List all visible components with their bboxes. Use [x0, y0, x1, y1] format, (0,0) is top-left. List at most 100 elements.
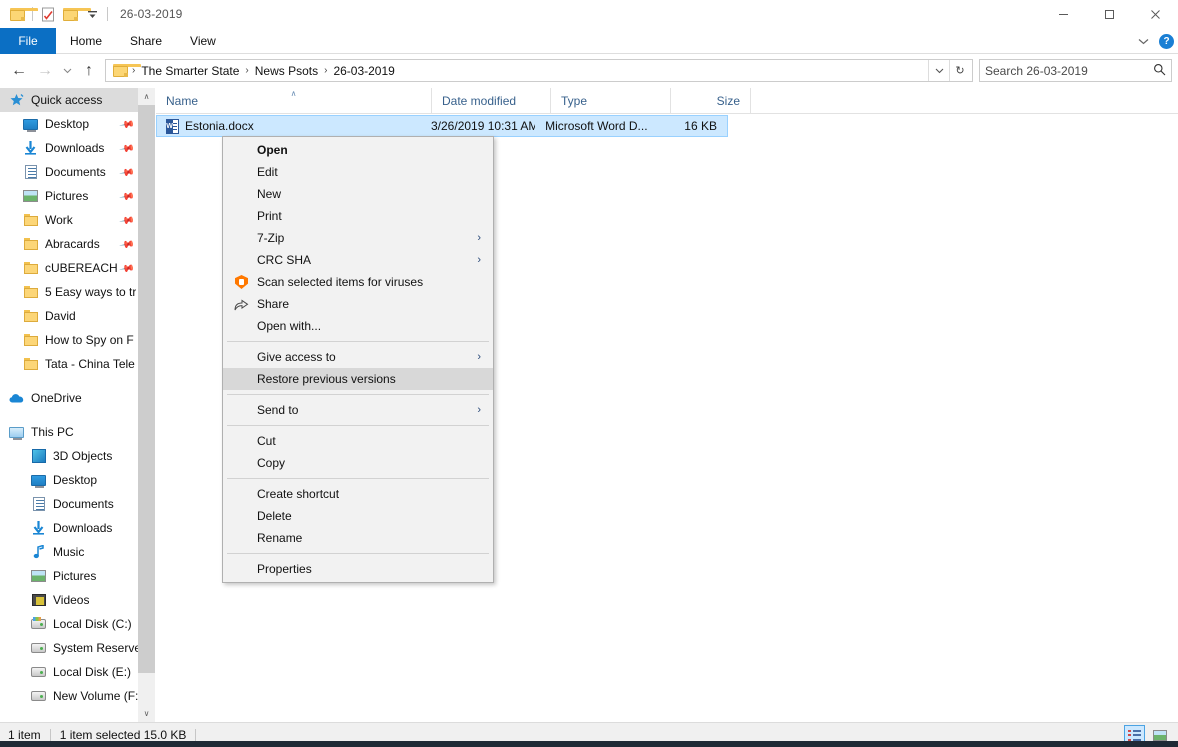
refresh-icon[interactable]: ↻ — [949, 60, 970, 81]
breadcrumb-separator-2[interactable]: › — [322, 65, 329, 76]
context-menu-item-crc-sha[interactable]: CRC SHA › — [223, 249, 493, 271]
tab-home[interactable]: Home — [56, 28, 116, 54]
sidebar-item-pictures[interactable]: Pictures 📌 — [0, 184, 138, 208]
properties-icon[interactable] — [37, 3, 59, 25]
sidebar-item-work[interactable]: Work 📌 — [0, 208, 138, 232]
context-menu-item-7zip[interactable]: 7-Zip › — [223, 227, 493, 249]
sidebar-item-system-reserved[interactable]: System Reserved — [0, 636, 138, 660]
address-dropdown-icon[interactable] — [928, 60, 949, 81]
status-separator-2 — [195, 728, 197, 742]
table-row[interactable]: Estonia.docx 3/26/2019 10:31 AM Microsof… — [156, 115, 728, 137]
context-menu-item-cut[interactable]: Cut — [223, 430, 493, 452]
download-icon — [30, 520, 47, 536]
help-icon[interactable]: ? — [1159, 33, 1174, 49]
selection-info-label: 1 item selected 15.0 KB — [59, 728, 187, 742]
sidebar-item-this-pc[interactable]: This PC — [0, 420, 138, 444]
sidebar-item-local-disk-c[interactable]: Local Disk (C:) — [0, 612, 138, 636]
up-button[interactable]: ↑ — [76, 58, 102, 84]
sidebar-item-david[interactable]: David — [0, 304, 138, 328]
sidebar-item-pc-documents[interactable]: Documents — [0, 492, 138, 516]
sidebar-item-local-disk-e[interactable]: Local Disk (E:) — [0, 660, 138, 684]
folder-icon — [22, 212, 39, 228]
sidebar-item-desktop[interactable]: Desktop 📌 — [0, 112, 138, 136]
sidebar-item-downloads[interactable]: Downloads 📌 — [0, 136, 138, 160]
column-header-name[interactable]: Name ∧ — [156, 88, 432, 113]
maximize-button[interactable] — [1086, 0, 1132, 28]
sidebar-item-new-volume-f[interactable]: New Volume (F:) — [0, 684, 138, 708]
tab-share[interactable]: Share — [116, 28, 176, 54]
tab-view[interactable]: View — [176, 28, 230, 54]
context-menu-item-edit[interactable]: Edit — [223, 161, 493, 183]
breadcrumb-item-1[interactable]: News Psots — [251, 62, 322, 80]
address-field[interactable]: › The Smarter State › News Psots › 26-03… — [105, 59, 973, 82]
breadcrumb-folder-icon[interactable] — [112, 64, 141, 77]
breadcrumb-separator-1[interactable]: › — [243, 65, 250, 76]
context-menu-item-send-to[interactable]: Send to › — [223, 399, 493, 421]
sidebar-item-onedrive[interactable]: OneDrive — [0, 386, 138, 410]
pin-icon: 📌 — [118, 212, 136, 230]
column-header-size[interactable]: Size — [671, 88, 751, 113]
navigation-pane: Quick access Desktop 📌 Downloads 📌 Docum… — [0, 88, 138, 722]
sidebar-item-tata-china[interactable]: Tata - China Tele — [0, 352, 138, 376]
sidebar-item-music[interactable]: Music — [0, 540, 138, 564]
sidebar-item-pc-downloads[interactable]: Downloads — [0, 516, 138, 540]
search-input[interactable] — [985, 63, 1153, 78]
recent-locations-icon[interactable] — [58, 58, 76, 84]
menu-item-label: Cut — [257, 434, 276, 448]
star-icon — [8, 92, 25, 108]
context-menu-item-give-access-to[interactable]: Give access to › — [223, 346, 493, 368]
column-header-type[interactable]: Type — [551, 88, 671, 113]
tab-file[interactable]: File — [0, 28, 56, 54]
drive-icon — [30, 640, 47, 656]
sidebar-scrollbar[interactable]: ∧ ∨ — [138, 88, 155, 722]
folder-icon[interactable] — [6, 3, 38, 25]
column-header-date-modified[interactable]: Date modified — [432, 88, 551, 113]
sidebar-item-quick-access[interactable]: Quick access — [0, 88, 138, 112]
onedrive-icon — [8, 390, 25, 406]
context-menu-item-new[interactable]: New — [223, 183, 493, 205]
folder-icon — [22, 308, 39, 324]
menu-item-label: Open with... — [257, 319, 322, 333]
share-icon — [233, 296, 250, 312]
chevron-down-icon[interactable] — [1135, 33, 1151, 49]
context-menu-item-share[interactable]: Share — [223, 293, 493, 315]
sidebar-item-abracards[interactable]: Abracards 📌 — [0, 232, 138, 256]
context-menu-item-restore-previous-versions[interactable]: Restore previous versions — [223, 368, 493, 390]
context-menu-item-rename[interactable]: Rename — [223, 527, 493, 549]
sidebar-item-documents[interactable]: Documents 📌 — [0, 160, 138, 184]
context-menu-item-delete[interactable]: Delete — [223, 505, 493, 527]
sidebar-item-cubereach[interactable]: cUBEREACH 📌 — [0, 256, 138, 280]
sidebar-item-pc-pictures[interactable]: Pictures — [0, 564, 138, 588]
scroll-up-arrow-icon[interactable]: ∧ — [138, 88, 155, 105]
new-folder-icon[interactable] — [59, 3, 91, 25]
customize-dropdown-icon[interactable] — [81, 3, 103, 25]
scrollbar-thumb[interactable] — [138, 105, 155, 673]
breadcrumb-item-0[interactable]: The Smarter State — [137, 62, 243, 80]
context-menu-item-open-with[interactable]: Open with... — [223, 315, 493, 337]
sidebar-item-5-easy-ways[interactable]: 5 Easy ways to tr — [0, 280, 138, 304]
forward-button[interactable]: → — [32, 58, 58, 84]
context-menu-item-open[interactable]: Open — [223, 139, 493, 161]
context-menu-item-scan-for-viruses[interactable]: Scan selected items for viruses — [223, 271, 493, 293]
sidebar-item-3d-objects[interactable]: 3D Objects — [0, 444, 138, 468]
sidebar-item-how-to-spy[interactable]: How to Spy on F — [0, 328, 138, 352]
breadcrumb-item-2[interactable]: 26-03-2019 — [329, 62, 398, 80]
search-box[interactable] — [979, 59, 1172, 82]
word-document-icon — [166, 118, 179, 134]
context-menu-item-copy[interactable]: Copy — [223, 452, 493, 474]
file-name-cell[interactable]: Estonia.docx — [157, 116, 421, 136]
search-icon[interactable] — [1153, 63, 1166, 79]
context-menu-item-print[interactable]: Print — [223, 205, 493, 227]
sidebar-item-videos[interactable]: Videos — [0, 588, 138, 612]
back-button[interactable]: ← — [6, 58, 32, 84]
menu-item-label: Share — [257, 297, 290, 311]
minimize-button[interactable] — [1040, 0, 1086, 28]
file-explorer-window: 26-03-2019 File Home Share View ? ← → ↑ … — [0, 0, 1178, 747]
close-button[interactable] — [1132, 0, 1178, 28]
context-menu-item-properties[interactable]: Properties — [223, 558, 493, 580]
folder-icon — [22, 332, 39, 348]
sidebar-item-pc-desktop[interactable]: Desktop — [0, 468, 138, 492]
scroll-down-arrow-icon[interactable]: ∨ — [138, 705, 155, 722]
context-menu-item-create-shortcut[interactable]: Create shortcut — [223, 483, 493, 505]
sidebar-label: Tata - China Tele — [45, 357, 135, 371]
